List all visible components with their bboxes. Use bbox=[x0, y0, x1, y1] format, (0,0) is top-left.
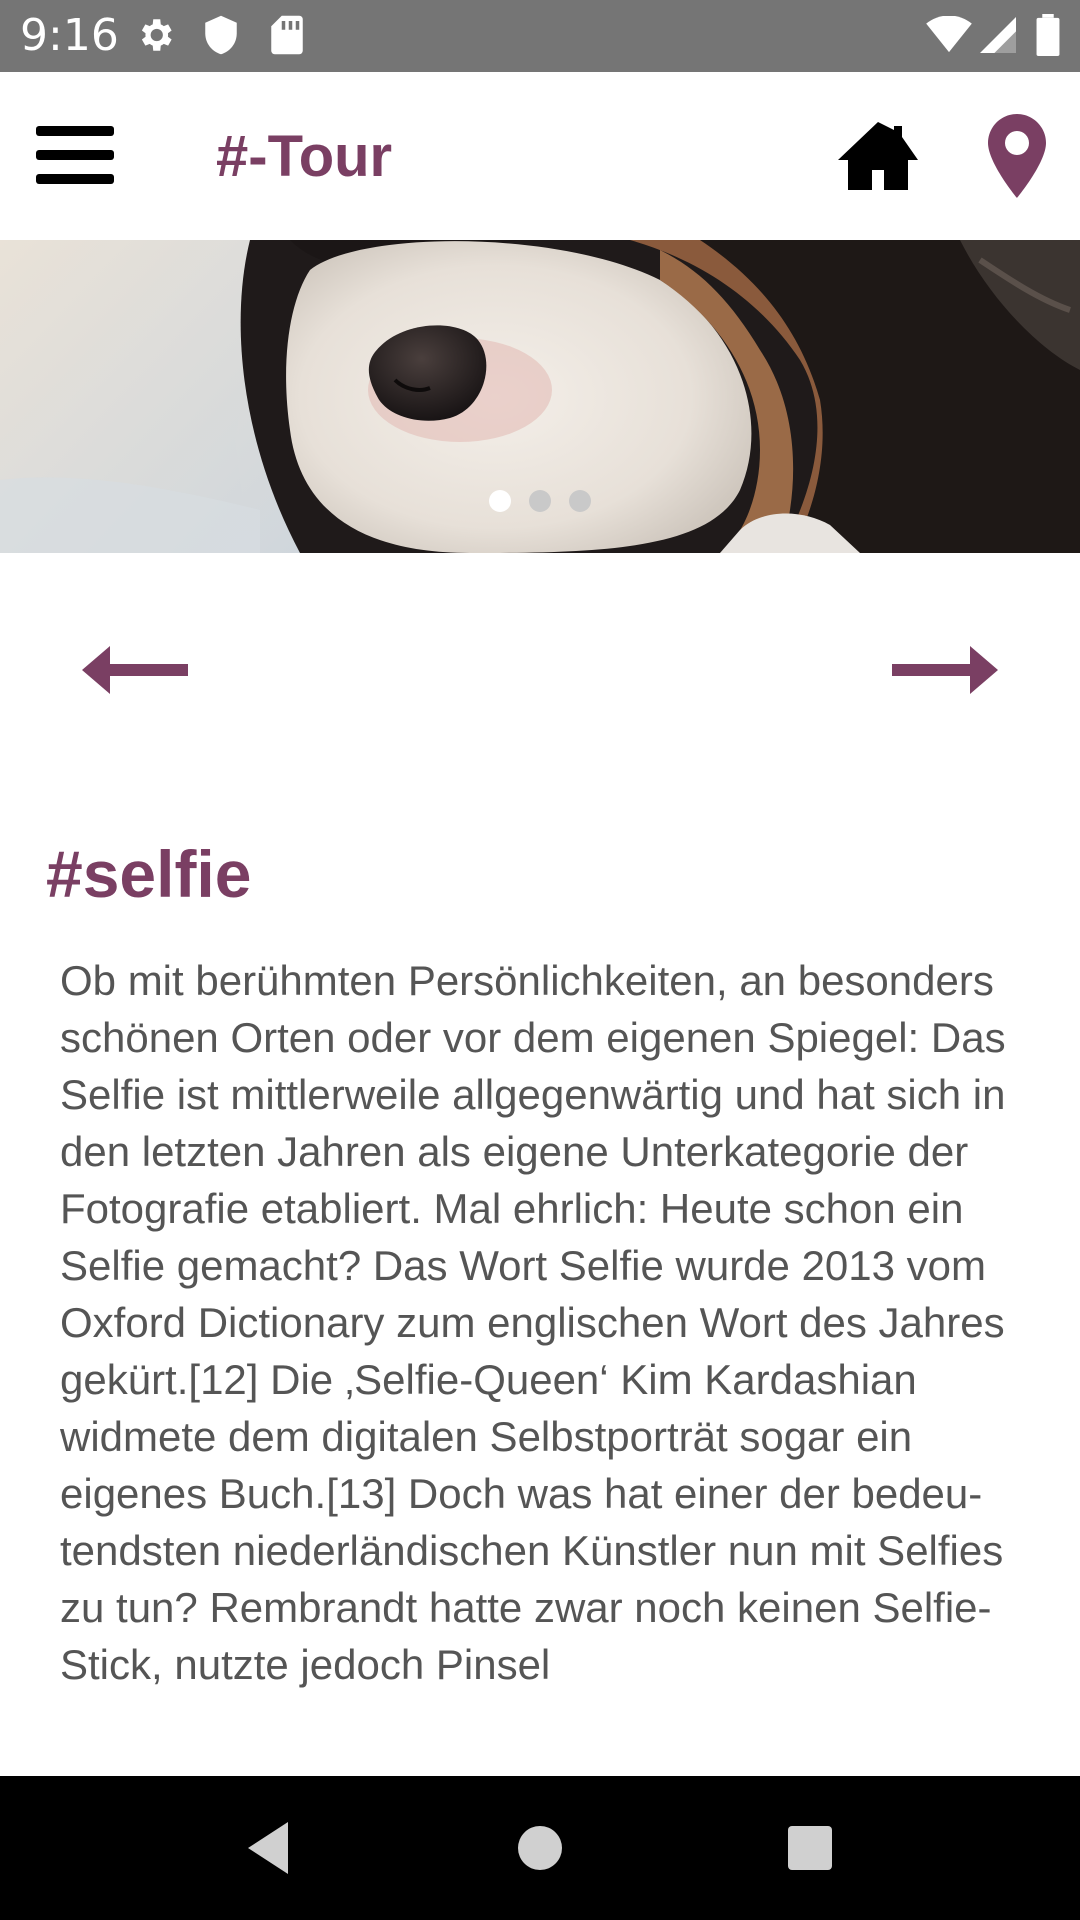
map-pin-icon[interactable] bbox=[988, 114, 1046, 198]
section-title: #selfie bbox=[46, 837, 252, 911]
carousel-dot-1[interactable] bbox=[489, 490, 511, 512]
carousel-indicator bbox=[0, 490, 1080, 517]
status-time: 9:16 bbox=[20, 10, 119, 61]
carousel-dot-2[interactable] bbox=[529, 490, 551, 512]
home-icon[interactable] bbox=[836, 120, 920, 192]
wifi-icon bbox=[926, 16, 972, 53]
hamburger-menu-icon[interactable] bbox=[36, 122, 114, 188]
arrow-right-icon[interactable] bbox=[890, 640, 1000, 700]
app-title: #-Tour bbox=[216, 124, 393, 189]
body-text: Ob mit berühmten Persönlichkeiten, an be… bbox=[60, 957, 1006, 1688]
signal-icon bbox=[980, 17, 1016, 53]
back-triangle-icon[interactable] bbox=[240, 1816, 304, 1880]
battery-icon bbox=[1036, 14, 1060, 56]
arrow-left-icon[interactable] bbox=[80, 640, 190, 700]
recents-square-icon[interactable] bbox=[778, 1816, 842, 1880]
status-bar: 9:16 bbox=[0, 0, 1080, 72]
gear-icon bbox=[141, 19, 172, 51]
hero-carousel[interactable] bbox=[0, 240, 1080, 553]
system-nav-bar bbox=[0, 1776, 1080, 1920]
carousel-dot-3[interactable] bbox=[569, 490, 591, 512]
sd-card-icon bbox=[271, 15, 303, 55]
app-bar: #-Tour bbox=[0, 72, 1080, 240]
home-circle-icon[interactable] bbox=[508, 1816, 572, 1880]
shield-icon bbox=[205, 15, 237, 55]
